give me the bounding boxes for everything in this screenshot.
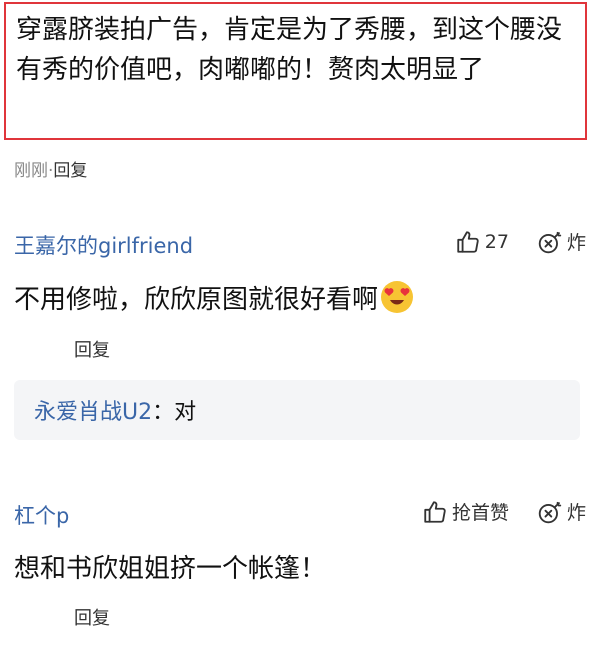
reply-button[interactable]: 回复 <box>74 604 110 630</box>
bomb-button[interactable]: 炸 <box>537 228 586 255</box>
comment-text-body: 想和书欣姐姐挤一个帐篷！ <box>14 554 327 584</box>
comment-header: 王嘉尔的girlfriend 27 炸 <box>14 228 586 260</box>
like-label: 抢首赞 <box>451 502 509 524</box>
like-button[interactable]: 抢首赞 <box>422 498 509 525</box>
sub-reply[interactable]: 永爱肖战U2：对 <box>14 380 580 440</box>
comment-text: 想和书欣姐姐挤一个帐篷！ <box>14 548 326 585</box>
username[interactable]: 王嘉尔的girlfriend <box>14 230 193 260</box>
comment-header: 杠个p 抢首赞 炸 <box>14 498 586 530</box>
username[interactable]: 杠个p <box>14 500 69 530</box>
sub-reply-colon: ： <box>152 400 175 425</box>
thumbs-up-icon <box>424 500 446 523</box>
like-button[interactable]: 27 <box>455 229 509 255</box>
highlighted-comment: 穿露脐装拍广告，肯定是为了秀腰，到这个腰没有秀的价值吧，肉嘟嘟的！赘肉太明显了 <box>4 2 587 140</box>
sub-reply-user[interactable]: 永爱肖战U2 <box>34 394 152 426</box>
comment-text: 不用修啦，欣欣原图就很好看啊 <box>14 279 414 321</box>
comment-time: 刚刚 <box>14 161 48 181</box>
reply-button[interactable]: 回复 <box>74 336 110 362</box>
thumbs-up-icon <box>457 230 479 253</box>
bomb-button[interactable]: 炸 <box>537 498 586 525</box>
heart-eyes-emoji-icon <box>380 280 414 321</box>
bomb-icon <box>538 231 562 253</box>
comment-meta: 刚刚·回复 <box>14 156 87 181</box>
comment-text-body: 不用修啦，欣欣原图就很好看啊 <box>14 285 379 315</box>
bomb-label: 炸 <box>566 232 586 254</box>
like-count: 27 <box>484 230 509 253</box>
reply-button[interactable]: 回复 <box>53 161 87 181</box>
comment-text: 穿露脐装拍广告，肯定是为了秀腰，到这个腰没有秀的价值吧，肉嘟嘟的！赘肉太明显了 <box>16 15 563 85</box>
bomb-icon <box>538 501 562 523</box>
bomb-label: 炸 <box>566 502 586 524</box>
sub-reply-text: 对 <box>174 400 197 425</box>
